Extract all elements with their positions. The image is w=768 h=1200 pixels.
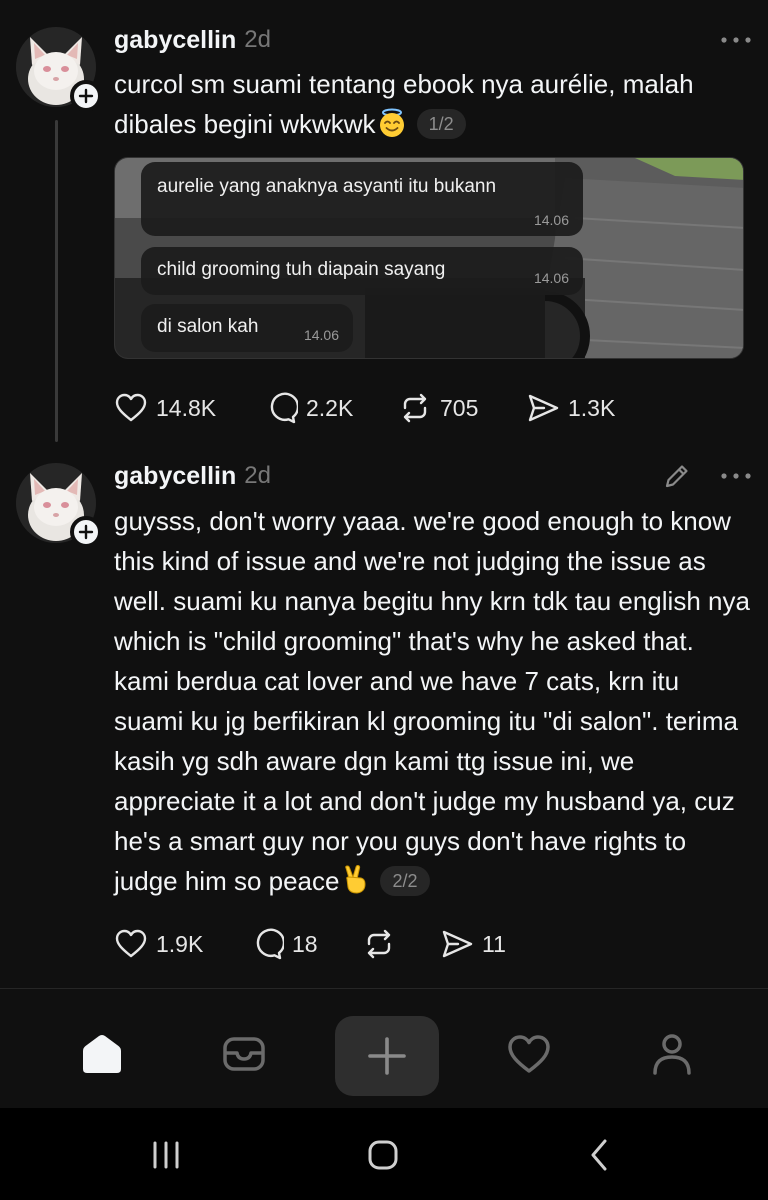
repost-button[interactable]: 705 [398, 391, 526, 425]
system-navigation-bar [0, 1108, 768, 1200]
smiling-face-with-halo-emoji [377, 108, 407, 138]
nav-compose-button[interactable] [335, 1016, 439, 1096]
chat-message-text: aurelie yang anaknya asyanti itu bukann [157, 176, 497, 197]
thread-page-indicator: 1/2 [416, 109, 466, 139]
home-icon [368, 1140, 398, 1170]
thread-connector-line [55, 120, 58, 442]
reply-bubble-icon [256, 928, 284, 960]
victory-hand-emoji [340, 865, 370, 895]
thread-post-1: gabycellin 2d curcol sm suami tentang eb… [0, 0, 768, 445]
reply-button[interactable]: 2.2K [264, 391, 398, 425]
like-button[interactable]: 14.8K [114, 391, 264, 425]
more-options-icon[interactable] [720, 36, 752, 44]
reply-count: 2.2K [306, 394, 354, 421]
thread-page-indicator: 2/2 [380, 866, 430, 896]
repost-icon [403, 393, 427, 423]
share-button[interactable]: 11 [440, 927, 530, 961]
plus-icon [78, 524, 94, 540]
home-icon [83, 1035, 121, 1073]
recent-apps-button[interactable] [136, 1130, 196, 1180]
profile-icon [653, 1034, 691, 1075]
reply-bubble-icon [270, 392, 298, 424]
edit-pencil-icon[interactable] [662, 461, 692, 491]
send-icon [528, 394, 559, 422]
post-time: 2d [244, 26, 271, 53]
share-button[interactable]: 1.3K [526, 391, 646, 425]
post-actions: 14.8K 2.2K 705 1.3K [114, 388, 646, 428]
nav-home-button[interactable] [52, 1013, 152, 1095]
post-time: 2d [244, 462, 271, 489]
more-options-icon[interactable] [720, 472, 752, 480]
inbox-icon [223, 1037, 265, 1071]
chat-bubble: aurelie yang anaknya asyanti itu bukann … [141, 162, 583, 236]
recents-icon [153, 1141, 179, 1169]
post-actions: 1.9K 18 11 [114, 924, 530, 964]
send-icon [442, 930, 473, 958]
reply-count: 18 [292, 930, 318, 957]
like-button[interactable]: 1.9K [114, 927, 250, 961]
post-body: curcol sm suami tentang ebook nya auréli… [114, 64, 754, 144]
post-body: guysss, don't worry yaaa. we're good eno… [114, 501, 754, 901]
nav-activity-button[interactable] [479, 1013, 579, 1095]
repost-icon [367, 929, 391, 959]
compose-plus-icon [368, 1037, 406, 1075]
post-text: guysss, don't worry yaaa. we're good eno… [114, 506, 750, 896]
chat-bubble: di salon kah 14.06 [141, 304, 353, 352]
feed-divider [0, 988, 768, 989]
share-count: 11 [482, 930, 506, 957]
chat-message-time: 14.06 [303, 327, 339, 343]
post-header: gabycellin 2d [114, 456, 752, 496]
nav-inbox-button[interactable] [194, 1013, 294, 1095]
chat-bubble: child grooming tuh diapain sayang 14.06 [141, 247, 583, 295]
thread-post-2: gabycellin 2d guysss, don't worry yaaa. … [0, 445, 768, 990]
follow-button[interactable] [70, 80, 102, 112]
heart-icon [508, 1035, 550, 1073]
follow-button[interactable] [70, 516, 102, 548]
nav-profile-button[interactable] [622, 1013, 722, 1095]
heart-icon [115, 393, 147, 422]
share-count: 1.3K [568, 394, 616, 421]
like-count: 14.8K [156, 394, 217, 421]
repost-button[interactable] [362, 927, 440, 961]
plus-icon [78, 88, 94, 104]
back-button[interactable] [570, 1130, 630, 1180]
username[interactable]: gabycellin [114, 26, 236, 55]
chat-message-text: child grooming tuh diapain sayang [157, 259, 446, 280]
username[interactable]: gabycellin [114, 462, 236, 491]
like-count: 1.9K [156, 930, 204, 957]
chat-message-time: 14.06 [533, 212, 569, 228]
back-icon [591, 1139, 607, 1171]
bottom-navigation-bar [0, 993, 768, 1108]
reply-button[interactable]: 18 [250, 927, 362, 961]
repost-count: 705 [440, 394, 479, 421]
chat-screenshot-image[interactable]: aurelie yang anaknya asyanti itu bukann … [114, 157, 744, 359]
chat-message-text: di salon kah [157, 316, 259, 337]
heart-icon [115, 929, 147, 958]
system-home-button[interactable] [353, 1130, 413, 1180]
chat-message-time: 14.06 [533, 270, 569, 286]
post-header: gabycellin 2d [114, 20, 752, 60]
